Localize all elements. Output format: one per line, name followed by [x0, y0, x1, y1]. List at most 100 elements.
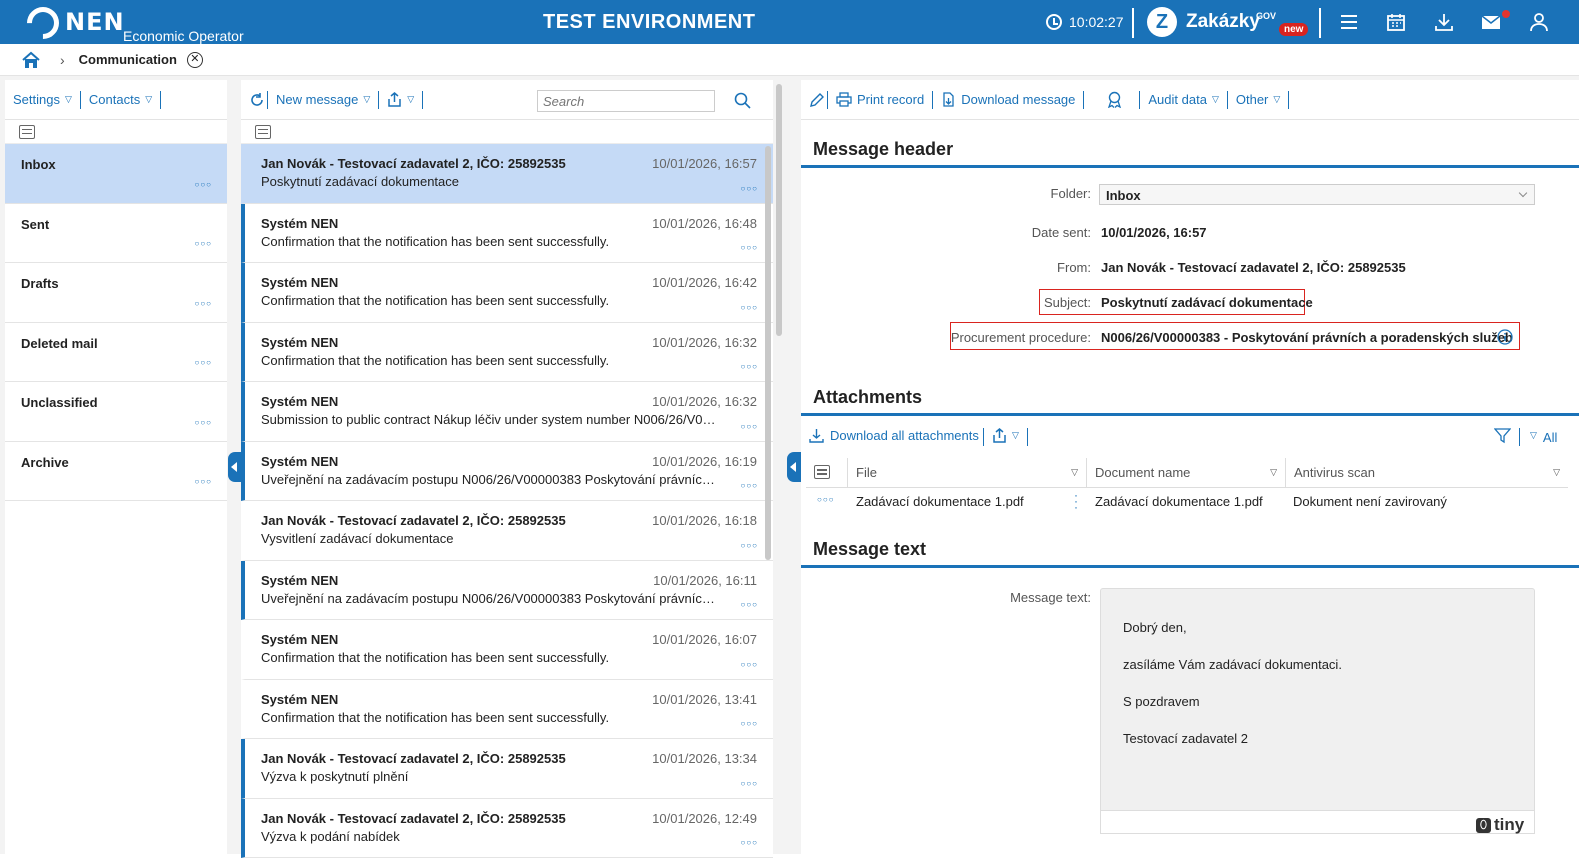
- message-list-item[interactable]: Jan Novák - Testovací zadavatel 2, IČO: …: [241, 144, 773, 204]
- row-actions-icon[interactable]: ○○○: [817, 495, 835, 504]
- message-list-scrollbar[interactable]: [765, 146, 771, 560]
- home-icon[interactable]: [22, 51, 40, 69]
- mail-icon[interactable]: [1481, 12, 1501, 32]
- table-row[interactable]: ○○○ Zadávací dokumentace 1.pdf ··· Zadáv…: [806, 489, 1568, 515]
- message-list-item[interactable]: Jan Novák - Testovací zadavatel 2, IČO: …: [241, 501, 773, 561]
- folder-actions-icon[interactable]: ○○○: [195, 299, 213, 308]
- folder-actions-icon[interactable]: ○○○: [195, 180, 213, 189]
- contacts-menu[interactable]: Contacts▽: [83, 92, 158, 107]
- contacts-label: Contacts: [89, 92, 140, 107]
- panel-scrollbar[interactable]: [776, 84, 782, 336]
- folder-item[interactable]: Inbox○○○: [5, 144, 227, 204]
- message-list-item[interactable]: Jan Novák - Testovací zadavatel 2, IČO: …: [241, 799, 773, 858]
- all-filter-menu[interactable]: ▽All: [1530, 430, 1557, 445]
- message-list-item[interactable]: Systém NEN10/01/2026, 16:32Submission to…: [241, 382, 773, 442]
- folder-item[interactable]: Drafts○○○: [5, 263, 227, 323]
- column-header-antivirus[interactable]: Antivirus scan ▽: [1286, 458, 1568, 488]
- info-icon[interactable]: [1497, 329, 1513, 345]
- folder-item[interactable]: Deleted mail○○○: [5, 323, 227, 383]
- message-list-item[interactable]: Systém NEN10/01/2026, 16:11Uveřejnění na…: [241, 561, 773, 621]
- column-filter-icon[interactable]: ▽: [1553, 467, 1560, 478]
- column-filter-icon[interactable]: ▽: [1071, 467, 1078, 478]
- folder-item[interactable]: Archive○○○: [5, 442, 227, 502]
- folder-item[interactable]: Unclassified○○○: [5, 382, 227, 442]
- divider: [1519, 428, 1520, 446]
- download-icon[interactable]: [1434, 12, 1454, 32]
- message-list-item[interactable]: Systém NEN10/01/2026, 16:19Uveřejnění na…: [241, 442, 773, 502]
- column-settings-icon[interactable]: [19, 125, 35, 139]
- message-actions-icon[interactable]: ○○○: [741, 243, 759, 252]
- column-filter-icon[interactable]: ▽: [1270, 467, 1277, 478]
- attachments-export-menu[interactable]: ▽: [992, 428, 1019, 443]
- column-settings-cell[interactable]: [806, 458, 848, 488]
- folder-actions-icon[interactable]: ○○○: [195, 239, 213, 248]
- message-actions-icon[interactable]: ○○○: [741, 362, 759, 371]
- message-subject: Confirmation that the notification has b…: [261, 650, 721, 665]
- download-all-label: Download all attachments: [830, 428, 979, 443]
- attachment-file-link[interactable]: Zadávací dokumentace 1.pdf: [856, 494, 1024, 509]
- kebab-menu-icon[interactable]: ···: [1074, 492, 1078, 510]
- message-list-item[interactable]: Systém NEN10/01/2026, 16:48Confirmation …: [241, 204, 773, 264]
- collapse-messages-button[interactable]: [787, 452, 801, 482]
- message-subject: Confirmation that the notification has b…: [261, 293, 721, 308]
- audit-data-menu[interactable]: Audit data▽: [1142, 92, 1224, 107]
- certificate-icon[interactable]: [1106, 91, 1123, 108]
- message-actions-icon[interactable]: ○○○: [741, 184, 759, 193]
- other-menu[interactable]: Other▽: [1230, 92, 1286, 107]
- message-actions-icon[interactable]: ○○○: [741, 660, 759, 669]
- folder-actions-icon[interactable]: ○○○: [195, 358, 213, 367]
- folder-item[interactable]: Sent○○○: [5, 204, 227, 264]
- column-header-file[interactable]: File▽: [848, 458, 1087, 488]
- from-label: From:: [900, 260, 1091, 275]
- message-actions-icon[interactable]: ○○○: [741, 541, 759, 550]
- tiny-brand[interactable]: ⬯tiny: [1476, 815, 1524, 835]
- zakazky-link[interactable]: Z Zakázky GOV new: [1147, 7, 1260, 37]
- column-settings-icon[interactable]: [255, 125, 271, 139]
- message-subject: Uveřejnění na zadávacím postupu N006/26/…: [261, 472, 721, 487]
- settings-menu[interactable]: Settings▽: [7, 92, 78, 107]
- folder-actions-icon[interactable]: ○○○: [195, 418, 213, 427]
- download-all-attachments-button[interactable]: Download all attachments: [809, 428, 979, 443]
- message-actions-icon[interactable]: ○○○: [741, 600, 759, 609]
- user-icon[interactable]: [1529, 12, 1549, 32]
- folder-select[interactable]: Inbox: [1099, 184, 1535, 205]
- attachment-antivirus-status: Dokument není zavirovaný: [1293, 494, 1447, 509]
- procedure-value[interactable]: N006/26/V00000383 - Poskytování právních…: [1101, 330, 1513, 345]
- message-list-item[interactable]: Systém NEN10/01/2026, 16:07Confirmation …: [241, 620, 773, 680]
- filter-icon[interactable]: [1494, 428, 1511, 444]
- message-actions-icon[interactable]: ○○○: [741, 838, 759, 847]
- folder-actions-icon[interactable]: ○○○: [195, 477, 213, 486]
- message-actions-icon[interactable]: ○○○: [741, 303, 759, 312]
- message-actions-icon[interactable]: ○○○: [741, 779, 759, 788]
- message-subject: Submission to public contract Nákup léči…: [261, 412, 721, 427]
- edit-pencil-icon[interactable]: [809, 92, 825, 108]
- search-input[interactable]: [537, 90, 715, 112]
- logo-subtitle: Economic Operator: [123, 28, 244, 44]
- column-antivirus-label: Antivirus scan: [1294, 465, 1375, 480]
- menu-icon[interactable]: [1339, 12, 1359, 32]
- download-message-button[interactable]: Download message: [935, 92, 1081, 107]
- other-label: Other: [1236, 92, 1269, 107]
- nen-logo[interactable]: NEN Economic Operator: [27, 6, 125, 39]
- message-text-editor[interactable]: Dobrý den, zasíláme Vám zadávací dokumen…: [1100, 588, 1535, 834]
- message-list-item[interactable]: Systém NEN10/01/2026, 16:42Confirmation …: [241, 263, 773, 323]
- new-message-button[interactable]: New message▽: [270, 92, 376, 107]
- message-list-item[interactable]: Jan Novák - Testovací zadavatel 2, IČO: …: [241, 739, 773, 799]
- export-menu[interactable]: ▽: [381, 92, 420, 107]
- message-list-item[interactable]: Systém NEN10/01/2026, 16:32Confirmation …: [241, 323, 773, 383]
- message-date: 10/01/2026, 16:42: [652, 275, 757, 290]
- message-actions-icon[interactable]: ○○○: [741, 422, 759, 431]
- calendar-icon[interactable]: [1386, 12, 1406, 32]
- folders-panel: Settings▽ Contacts▽ Inbox○○○Sent○○○Draft…: [5, 80, 227, 854]
- caret-down-icon: ▽: [1212, 94, 1219, 105]
- collapse-folders-button[interactable]: [228, 452, 242, 482]
- refresh-icon[interactable]: [249, 92, 265, 108]
- message-actions-icon[interactable]: ○○○: [741, 481, 759, 490]
- search-icon[interactable]: [734, 92, 751, 109]
- message-list-item[interactable]: Systém NEN10/01/2026, 13:41Confirmation …: [241, 680, 773, 740]
- message-actions-icon[interactable]: ○○○: [741, 719, 759, 728]
- close-icon[interactable]: ✕: [187, 52, 203, 68]
- column-header-document-name[interactable]: Document name▽: [1087, 458, 1286, 488]
- message-date: 10/01/2026, 16:19: [652, 454, 757, 469]
- print-record-button[interactable]: Print record: [830, 92, 930, 107]
